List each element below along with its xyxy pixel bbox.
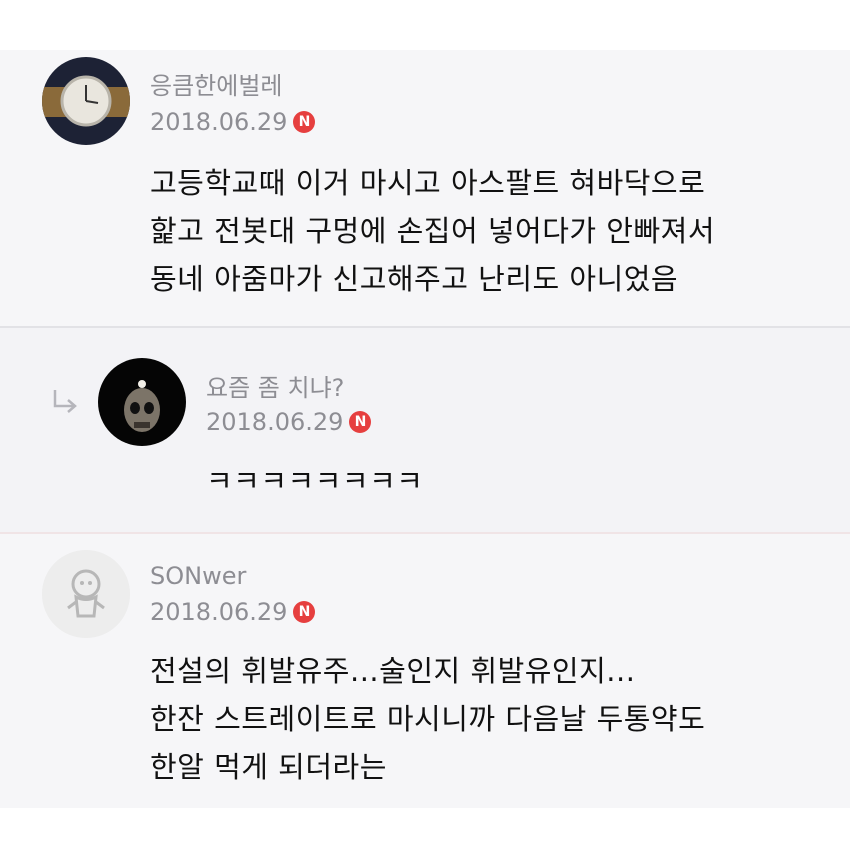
comment-text-line: 동네 아줌마가 신고해주고 난리도 아니었음	[150, 262, 679, 296]
meta-row: 2018.06.29 N	[150, 108, 316, 136]
nickname[interactable]: 응큼한에벌레	[150, 66, 282, 101]
comment-text-line: 한잔 스트레이트로 마시니까 다음날 두통약도	[150, 702, 706, 736]
nickname[interactable]: 요즘 좀 치냐?	[206, 368, 344, 403]
avatar[interactable]	[42, 57, 130, 145]
reply-arrow-icon	[53, 390, 77, 413]
comment-text-line: 핥고 전봇대 구멍에 손집어 넣어다가 안빠져서	[150, 214, 716, 248]
meta-row: 2018.06.29 N	[150, 598, 316, 626]
skull-icon	[98, 358, 186, 446]
avatar[interactable]	[98, 358, 186, 446]
comment-date: 2018.06.29	[206, 408, 344, 436]
new-badge: N	[293, 601, 316, 623]
divider	[0, 808, 850, 850]
comment-item: 응큼한에벌레 2018.06.29 N 고등학교때 이거 마시고 아스팔트 혀바…	[0, 50, 850, 326]
wristwatch-icon	[42, 57, 130, 145]
comment-item: SONwer 2018.06.29 N 전설의 휘발유주...술인지 휘발유인지…	[0, 534, 850, 808]
default-character-icon	[42, 550, 130, 638]
comment-text-line: 고등학교때 이거 마시고 아스팔트 혀바닥으로	[150, 166, 706, 200]
reply-comment-item: 요즘 좀 치냐? 2018.06.29 N ㅋㅋㅋㅋㅋㅋㅋㅋ	[0, 328, 850, 532]
avatar[interactable]	[42, 550, 130, 638]
new-badge: N	[293, 111, 316, 133]
comment-date: 2018.06.29	[150, 108, 288, 136]
comment-date: 2018.06.29	[150, 598, 288, 626]
comment-text-line: ㅋㅋㅋㅋㅋㅋㅋㅋ	[206, 464, 424, 498]
new-badge: N	[349, 411, 372, 433]
nickname[interactable]: SONwer	[150, 562, 246, 590]
comment-text-line: 한알 먹게 되더라는	[150, 750, 387, 784]
top-strip	[0, 0, 850, 46]
comment-text-line: 전설의 휘발유주...술인지 휘발유인지...	[150, 654, 636, 688]
meta-row: 2018.06.29 N	[206, 408, 372, 436]
